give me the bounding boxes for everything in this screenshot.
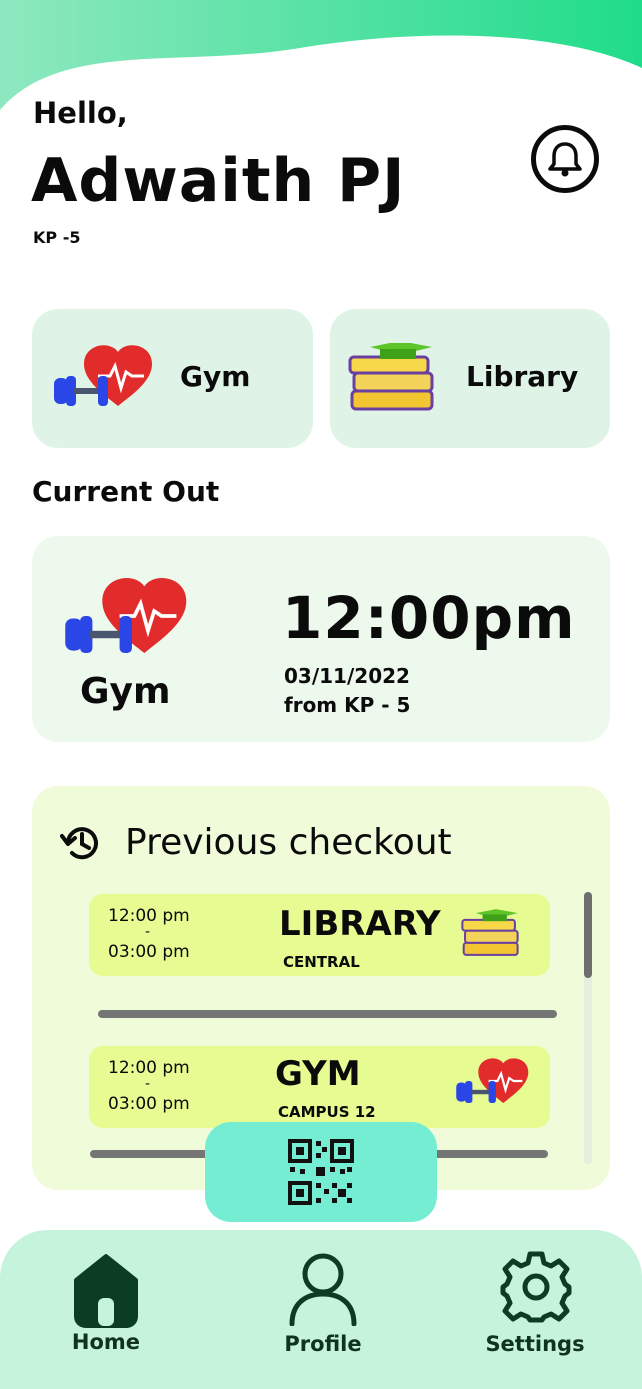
nav-home[interactable]: Home: [60, 1230, 152, 1389]
nav-settings-label: Settings: [485, 1332, 585, 1356]
nav-home-label: Home: [71, 1330, 141, 1354]
entry-dash: -: [145, 1076, 151, 1092]
gear-icon: [500, 1251, 572, 1323]
library-books-icon: [461, 909, 519, 956]
bell-icon: [548, 142, 582, 177]
current-date: 03/11/2022: [284, 664, 410, 688]
greeting-text: Hello,: [33, 96, 128, 130]
current-place: Gym: [80, 671, 171, 712]
entry-place: GYM: [275, 1054, 361, 1094]
entry-to-time: 03:00 pm: [108, 942, 190, 962]
current-out-title: Current Out: [32, 475, 220, 508]
entry-subplace: CAMPUS 12: [278, 1103, 376, 1121]
entry-divider: [98, 1010, 557, 1018]
entry-to-time: 03:00 pm: [108, 1094, 190, 1114]
gym-dumbbell-heart-icon: [65, 578, 187, 654]
previous-checkout-title: Previous checkout: [125, 822, 452, 863]
library-card-label: Library: [466, 360, 579, 393]
nav-profile[interactable]: Profile: [276, 1230, 370, 1389]
qr-scan-button[interactable]: [205, 1122, 437, 1222]
nav-settings[interactable]: Settings: [482, 1230, 588, 1389]
gym-card[interactable]: Gym: [32, 309, 313, 448]
checkout-entry-gym[interactable]: 12:00 pm - 03:00 pm GYM CAMPUS 12: [89, 1046, 550, 1128]
qr-code-icon: [288, 1139, 354, 1205]
gym-dumbbell-heart-icon: [54, 345, 152, 406]
notification-button[interactable]: [531, 125, 599, 193]
bottom-navigation: Home Profile Settings: [0, 1230, 642, 1389]
current-from: from KP - 5: [284, 693, 411, 717]
entry-place: LIBRARY: [279, 904, 441, 944]
library-card[interactable]: Library: [330, 309, 610, 448]
profile-icon: [289, 1253, 357, 1326]
home-icon: [74, 1254, 138, 1328]
gym-dumbbell-heart-icon: [456, 1058, 529, 1104]
entry-from-time: 12:00 pm: [108, 1058, 190, 1078]
gym-card-label: Gym: [180, 360, 251, 393]
current-out-card: Gym 12:00pm 03/11/2022 from KP - 5: [32, 536, 610, 742]
nav-profile-label: Profile: [284, 1332, 362, 1356]
history-icon: [60, 827, 98, 860]
entry-dash: -: [145, 924, 151, 940]
entry-subplace: CENTRAL: [283, 953, 360, 971]
entry-from-time: 12:00 pm: [108, 906, 190, 926]
user-name: Adwaith PJ: [31, 146, 406, 216]
library-books-icon: [348, 343, 434, 411]
hostel-code: KP -5: [33, 228, 81, 247]
scrollbar-thumb[interactable]: [584, 892, 592, 978]
current-time: 12:00pm: [282, 584, 576, 652]
checkout-entry-library[interactable]: 12:00 pm - 03:00 pm LIBRARY CENTRAL: [89, 894, 550, 976]
